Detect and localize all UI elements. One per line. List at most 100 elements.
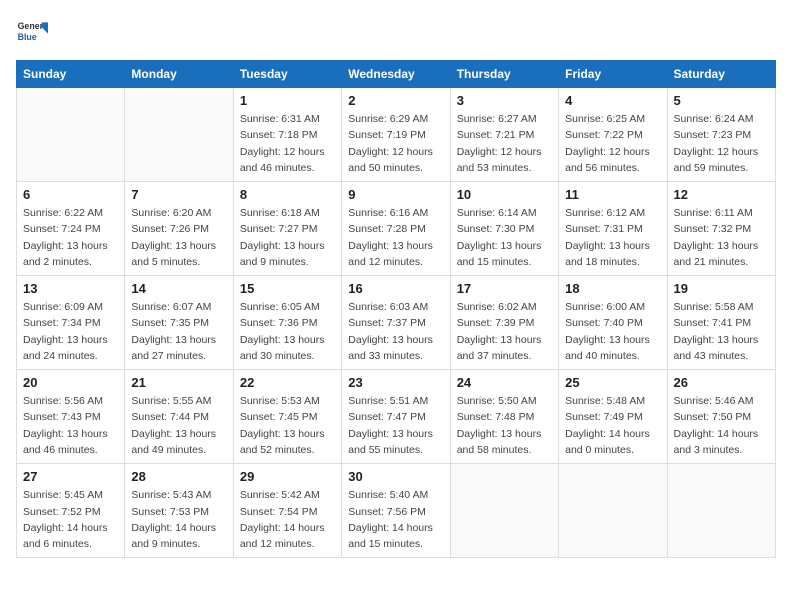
day-number: 4 — [565, 93, 660, 108]
weekday-header: Friday — [559, 61, 667, 88]
day-info: Sunrise: 5:42 AMSunset: 7:54 PMDaylight:… — [240, 487, 335, 552]
day-number: 25 — [565, 375, 660, 390]
day-number: 29 — [240, 469, 335, 484]
calendar-week-row: 1 Sunrise: 6:31 AMSunset: 7:18 PMDaylight… — [17, 88, 776, 182]
calendar-day-cell: 17 Sunrise: 6:02 AMSunset: 7:39 PMDayligh… — [450, 276, 558, 370]
day-info: Sunrise: 5:48 AMSunset: 7:49 PMDaylight:… — [565, 393, 660, 458]
weekday-header: Wednesday — [342, 61, 450, 88]
calendar-day-cell: 29 Sunrise: 5:42 AMSunset: 7:54 PMDayligh… — [233, 464, 341, 558]
calendar-day-cell: 18 Sunrise: 6:00 AMSunset: 7:40 PMDayligh… — [559, 276, 667, 370]
calendar-day-cell: 30 Sunrise: 5:40 AMSunset: 7:56 PMDayligh… — [342, 464, 450, 558]
day-info: Sunrise: 6:27 AMSunset: 7:21 PMDaylight:… — [457, 111, 552, 176]
calendar-day-cell: 9 Sunrise: 6:16 AMSunset: 7:28 PMDaylight… — [342, 182, 450, 276]
day-info: Sunrise: 6:22 AMSunset: 7:24 PMDaylight:… — [23, 205, 118, 270]
calendar-day-cell: 16 Sunrise: 6:03 AMSunset: 7:37 PMDayligh… — [342, 276, 450, 370]
day-number: 5 — [674, 93, 769, 108]
day-number: 11 — [565, 187, 660, 202]
calendar-day-cell: 20 Sunrise: 5:56 AMSunset: 7:43 PMDayligh… — [17, 370, 125, 464]
day-info: Sunrise: 6:00 AMSunset: 7:40 PMDaylight:… — [565, 299, 660, 364]
day-number: 7 — [131, 187, 226, 202]
calendar-week-row: 6 Sunrise: 6:22 AMSunset: 7:24 PMDaylight… — [17, 182, 776, 276]
day-info: Sunrise: 5:55 AMSunset: 7:44 PMDaylight:… — [131, 393, 226, 458]
calendar-day-cell: 15 Sunrise: 6:05 AMSunset: 7:36 PMDayligh… — [233, 276, 341, 370]
weekday-header: Thursday — [450, 61, 558, 88]
day-number: 1 — [240, 93, 335, 108]
day-number: 17 — [457, 281, 552, 296]
day-number: 24 — [457, 375, 552, 390]
calendar-table: SundayMondayTuesdayWednesdayThursdayFrid… — [16, 60, 776, 558]
calendar-day-cell: 11 Sunrise: 6:12 AMSunset: 7:31 PMDayligh… — [559, 182, 667, 276]
day-info: Sunrise: 5:50 AMSunset: 7:48 PMDaylight:… — [457, 393, 552, 458]
day-number: 15 — [240, 281, 335, 296]
day-info: Sunrise: 6:11 AMSunset: 7:32 PMDaylight:… — [674, 205, 769, 270]
day-info: Sunrise: 6:20 AMSunset: 7:26 PMDaylight:… — [131, 205, 226, 270]
day-info: Sunrise: 6:25 AMSunset: 7:22 PMDaylight:… — [565, 111, 660, 176]
day-info: Sunrise: 6:18 AMSunset: 7:27 PMDaylight:… — [240, 205, 335, 270]
day-number: 22 — [240, 375, 335, 390]
calendar-day-cell: 24 Sunrise: 5:50 AMSunset: 7:48 PMDayligh… — [450, 370, 558, 464]
day-info: Sunrise: 6:16 AMSunset: 7:28 PMDaylight:… — [348, 205, 443, 270]
calendar-day-cell: 19 Sunrise: 5:58 AMSunset: 7:41 PMDayligh… — [667, 276, 775, 370]
day-number: 6 — [23, 187, 118, 202]
day-info: Sunrise: 6:09 AMSunset: 7:34 PMDaylight:… — [23, 299, 118, 364]
day-number: 27 — [23, 469, 118, 484]
day-info: Sunrise: 6:24 AMSunset: 7:23 PMDaylight:… — [674, 111, 769, 176]
day-number: 16 — [348, 281, 443, 296]
day-info: Sunrise: 5:53 AMSunset: 7:45 PMDaylight:… — [240, 393, 335, 458]
calendar-day-cell: 5 Sunrise: 6:24 AMSunset: 7:23 PMDaylight… — [667, 88, 775, 182]
day-number: 19 — [674, 281, 769, 296]
day-info: Sunrise: 6:02 AMSunset: 7:39 PMDaylight:… — [457, 299, 552, 364]
day-number: 26 — [674, 375, 769, 390]
day-number: 3 — [457, 93, 552, 108]
calendar-day-cell — [559, 464, 667, 558]
day-info: Sunrise: 5:51 AMSunset: 7:47 PMDaylight:… — [348, 393, 443, 458]
calendar-day-cell: 21Sunrise: 5:55 AMSunset: 7:44 PMDayligh… — [125, 370, 233, 464]
day-info: Sunrise: 5:40 AMSunset: 7:56 PMDaylight:… — [348, 487, 443, 552]
day-info: Sunrise: 6:05 AMSunset: 7:36 PMDaylight:… — [240, 299, 335, 364]
calendar-day-cell — [450, 464, 558, 558]
weekday-header: Sunday — [17, 61, 125, 88]
day-info: Sunrise: 6:31 AMSunset: 7:18 PMDaylight:… — [240, 111, 335, 176]
logo: General Blue — [16, 16, 52, 48]
logo-icon: General Blue — [16, 16, 48, 48]
day-info: Sunrise: 5:58 AMSunset: 7:41 PMDaylight:… — [674, 299, 769, 364]
weekday-header: Tuesday — [233, 61, 341, 88]
calendar-day-cell: 8Sunrise: 6:18 AMSunset: 7:27 PMDaylight… — [233, 182, 341, 276]
calendar-day-cell: 10 Sunrise: 6:14 AMSunset: 7:30 PMDayligh… — [450, 182, 558, 276]
calendar-day-cell — [667, 464, 775, 558]
day-number: 10 — [457, 187, 552, 202]
calendar-day-cell: 7 Sunrise: 6:20 AMSunset: 7:26 PMDaylight… — [125, 182, 233, 276]
day-info: Sunrise: 6:07 AMSunset: 7:35 PMDaylight:… — [131, 299, 226, 364]
weekday-header: Monday — [125, 61, 233, 88]
day-info: Sunrise: 5:45 AMSunset: 7:52 PMDaylight:… — [23, 487, 118, 552]
day-info: Sunrise: 6:29 AMSunset: 7:19 PMDaylight:… — [348, 111, 443, 176]
calendar-day-cell: 2Sunrise: 6:29 AMSunset: 7:19 PMDaylight… — [342, 88, 450, 182]
calendar-day-cell: 6 Sunrise: 6:22 AMSunset: 7:24 PMDaylight… — [17, 182, 125, 276]
calendar-day-cell: 12 Sunrise: 6:11 AMSunset: 7:32 PMDayligh… — [667, 182, 775, 276]
day-info: Sunrise: 6:14 AMSunset: 7:30 PMDaylight:… — [457, 205, 552, 270]
calendar-week-row: 20 Sunrise: 5:56 AMSunset: 7:43 PMDayligh… — [17, 370, 776, 464]
day-number: 30 — [348, 469, 443, 484]
calendar-day-cell: 4 Sunrise: 6:25 AMSunset: 7:22 PMDaylight… — [559, 88, 667, 182]
calendar-day-cell: 25 Sunrise: 5:48 AMSunset: 7:49 PMDayligh… — [559, 370, 667, 464]
weekday-header: Saturday — [667, 61, 775, 88]
day-number: 12 — [674, 187, 769, 202]
calendar-day-cell: 23 Sunrise: 5:51 AMSunset: 7:47 PMDayligh… — [342, 370, 450, 464]
day-info: Sunrise: 5:46 AMSunset: 7:50 PMDaylight:… — [674, 393, 769, 458]
day-number: 18 — [565, 281, 660, 296]
calendar-day-cell: 22 Sunrise: 5:53 AMSunset: 7:45 PMDayligh… — [233, 370, 341, 464]
day-number: 20 — [23, 375, 118, 390]
calendar-day-cell: 28Sunrise: 5:43 AMSunset: 7:53 PMDayligh… — [125, 464, 233, 558]
calendar-day-cell: 3 Sunrise: 6:27 AMSunset: 7:21 PMDaylight… — [450, 88, 558, 182]
day-info: Sunrise: 5:43 AMSunset: 7:53 PMDaylight:… — [131, 487, 226, 552]
day-info: Sunrise: 6:12 AMSunset: 7:31 PMDaylight:… — [565, 205, 660, 270]
day-number: 9 — [348, 187, 443, 202]
day-info: Sunrise: 6:03 AMSunset: 7:37 PMDaylight:… — [348, 299, 443, 364]
calendar-day-cell: 26 Sunrise: 5:46 AMSunset: 7:50 PMDayligh… — [667, 370, 775, 464]
calendar-day-cell — [17, 88, 125, 182]
day-number: 14 — [131, 281, 226, 296]
day-info: Sunrise: 5:56 AMSunset: 7:43 PMDaylight:… — [23, 393, 118, 458]
day-number: 23 — [348, 375, 443, 390]
calendar-header-row: SundayMondayTuesdayWednesdayThursdayFrid… — [17, 61, 776, 88]
calendar-day-cell: 13Sunrise: 6:09 AMSunset: 7:34 PMDayligh… — [17, 276, 125, 370]
